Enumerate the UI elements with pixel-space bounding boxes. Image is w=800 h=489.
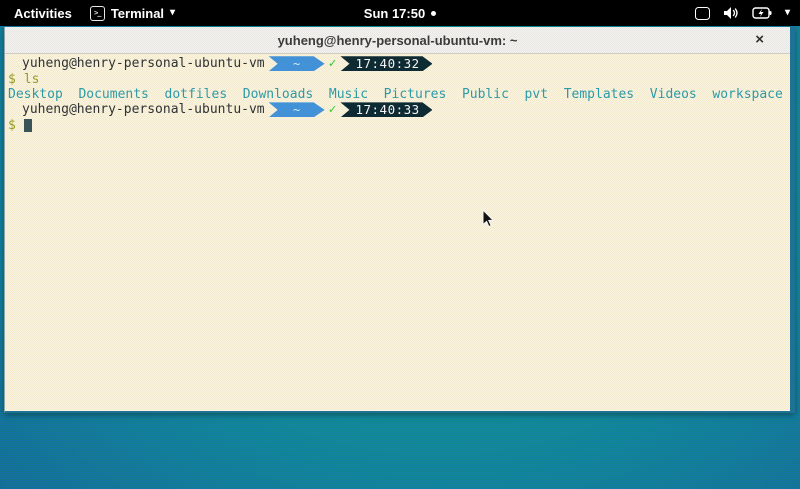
prompt-time-segment: 17:40:33	[340, 102, 432, 117]
prompt-line: yuheng@henry-personal-ubuntu-vm ~ ✓ 17:4…	[8, 56, 790, 71]
prompt-cwd-segment: ~	[269, 56, 325, 71]
notification-dot-icon	[431, 11, 436, 16]
prompt-user-host: yuheng@henry-personal-ubuntu-vm	[22, 102, 265, 117]
text-cursor	[24, 119, 32, 132]
system-status-menu[interactable]: ▾	[695, 0, 790, 26]
prompt-time-segment: 17:40:32	[340, 56, 432, 71]
ls-output: Desktop Documents dotfiles Downloads Mus…	[8, 87, 790, 102]
titlebar[interactable]: yuheng@henry-personal-ubuntu-vm: ~ ×	[5, 27, 790, 54]
chevron-down-icon: ▾	[170, 8, 175, 18]
terminal-content[interactable]: yuheng@henry-personal-ubuntu-vm ~ ✓ 17:4…	[5, 54, 790, 410]
screen-icon	[695, 7, 710, 20]
prompt-user-host: yuheng@henry-personal-ubuntu-vm	[22, 56, 265, 71]
check-icon: ✓	[329, 102, 337, 117]
command-line: $	[8, 118, 790, 133]
volume-icon	[723, 6, 739, 20]
top-bar-left: Activities >_ Terminal ▾	[10, 6, 175, 21]
prompt-symbol: $	[8, 72, 16, 87]
window-title: yuheng@henry-personal-ubuntu-vm: ~	[278, 33, 518, 48]
terminal-window: yuheng@henry-personal-ubuntu-vm: ~ × yuh…	[4, 27, 795, 413]
top-bar: Activities >_ Terminal ▾ Sun 17:50 ▾	[0, 0, 800, 26]
check-icon: ✓	[329, 56, 337, 71]
terminal-app-icon: >_	[90, 6, 105, 21]
command-line: $ ls	[8, 71, 790, 86]
app-menu-button[interactable]: >_ Terminal ▾	[90, 6, 175, 21]
battery-charging-icon	[752, 7, 772, 19]
app-menu-label: Terminal	[111, 6, 164, 21]
typed-command: ls	[24, 72, 40, 87]
prompt-line: yuheng@henry-personal-ubuntu-vm ~ ✓ 17:4…	[8, 102, 790, 117]
prompt-cwd-segment: ~	[269, 102, 325, 117]
activities-button[interactable]: Activities	[10, 6, 76, 21]
prompt-symbol: $	[8, 118, 16, 133]
chevron-down-icon: ▾	[785, 8, 790, 18]
close-button[interactable]: ×	[755, 32, 764, 47]
clock-label: Sun 17:50	[364, 6, 425, 21]
